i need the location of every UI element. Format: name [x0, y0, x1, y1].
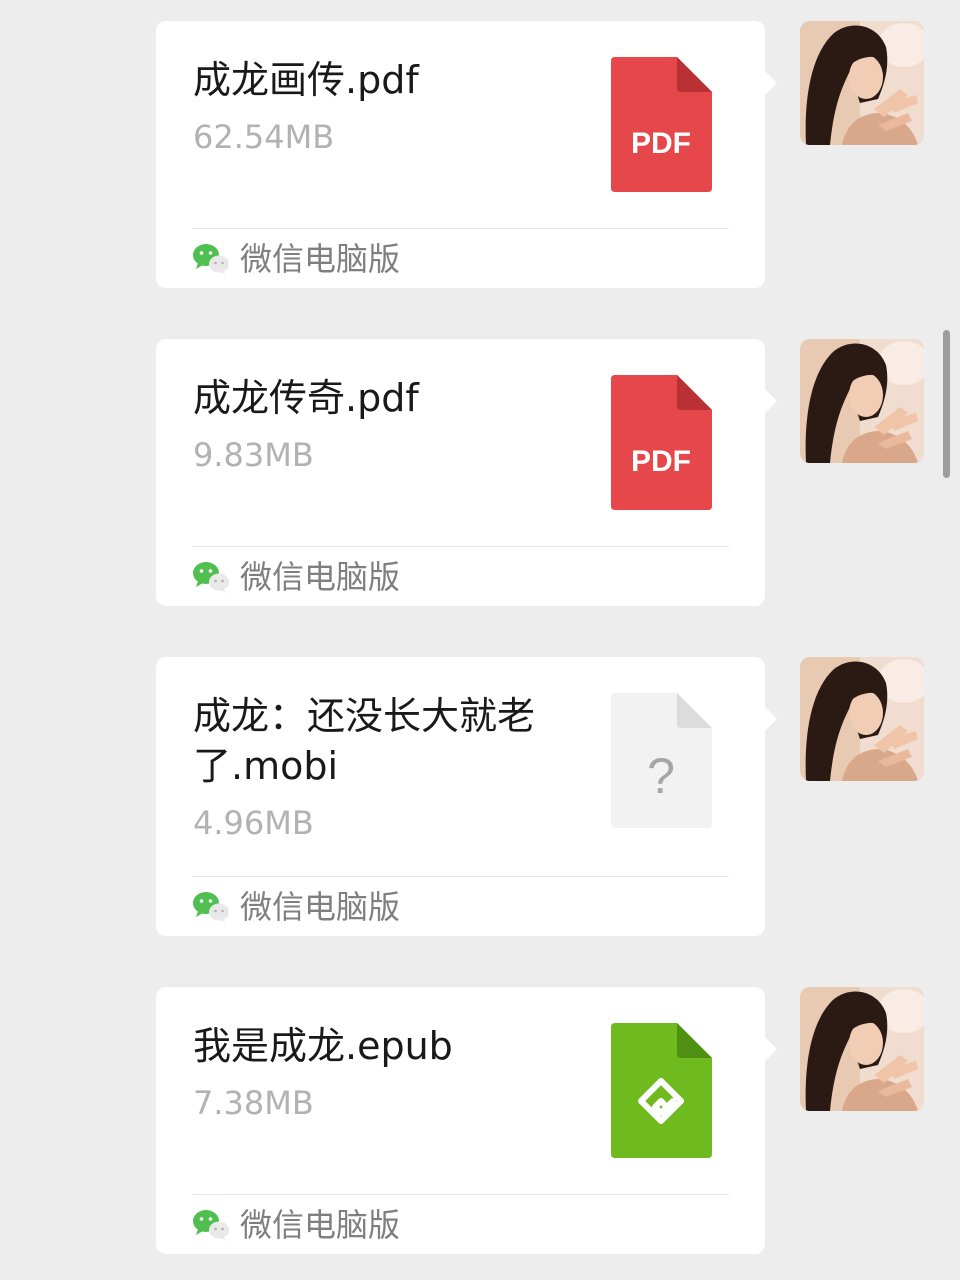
file-size: 4.96MB	[193, 804, 314, 842]
file-message-bubble[interactable]: 我是成龙.epub 7.38MB 微信电脑版	[156, 987, 777, 1254]
wechat-icon	[193, 244, 229, 275]
divider	[192, 1194, 729, 1195]
source-footer: 微信电脑版	[192, 239, 400, 279]
unknown-file-icon: ?	[611, 693, 712, 828]
file-message-bubble[interactable]: 成龙传奇.pdf 9.83MB PDF 微信电脑版	[156, 339, 777, 606]
epub-file-icon	[611, 1023, 712, 1158]
file-name: 成龙：还没长大就老了.mobi	[193, 694, 536, 788]
file-message-bubble[interactable]: 成龙画传.pdf 62.54MB PDF 微信电脑版	[156, 21, 777, 288]
source-label: 微信电脑版	[240, 888, 401, 926]
divider	[192, 228, 729, 229]
file-size: 9.83MB	[193, 436, 314, 474]
source-label: 微信电脑版	[240, 240, 401, 278]
file-size: 7.38MB	[193, 1084, 314, 1122]
source-footer: 微信电脑版	[192, 557, 400, 597]
scrollbar[interactable]	[943, 330, 950, 478]
wechat-icon	[193, 892, 229, 923]
file-size: 62.54MB	[193, 118, 335, 156]
wechat-icon	[193, 1210, 229, 1241]
wechat-icon	[193, 562, 229, 593]
avatar[interactable]	[800, 987, 924, 1111]
pdf-file-icon: PDF	[611, 375, 712, 510]
source-footer: 微信电脑版	[192, 887, 400, 927]
source-label: 微信电脑版	[240, 558, 401, 596]
file-name: 成龙传奇.pdf	[193, 376, 419, 420]
source-footer: 微信电脑版	[192, 1205, 400, 1245]
avatar[interactable]	[800, 657, 924, 781]
pdf-file-icon: PDF	[611, 57, 712, 192]
source-label: 微信电脑版	[240, 1206, 401, 1244]
pdf-icon-label: PDF	[631, 127, 691, 160]
unknown-icon-label: ?	[647, 748, 675, 804]
divider	[192, 546, 729, 547]
pdf-icon-label: PDF	[631, 445, 691, 478]
avatar[interactable]	[800, 21, 924, 145]
file-message-bubble[interactable]: 成龙：还没长大就老了.mobi 4.96MB ? 微信电脑版	[156, 657, 777, 936]
file-name: 我是成龙.epub	[193, 1024, 453, 1068]
avatar[interactable]	[800, 339, 924, 463]
divider	[192, 876, 729, 877]
file-name: 成龙画传.pdf	[193, 58, 419, 102]
